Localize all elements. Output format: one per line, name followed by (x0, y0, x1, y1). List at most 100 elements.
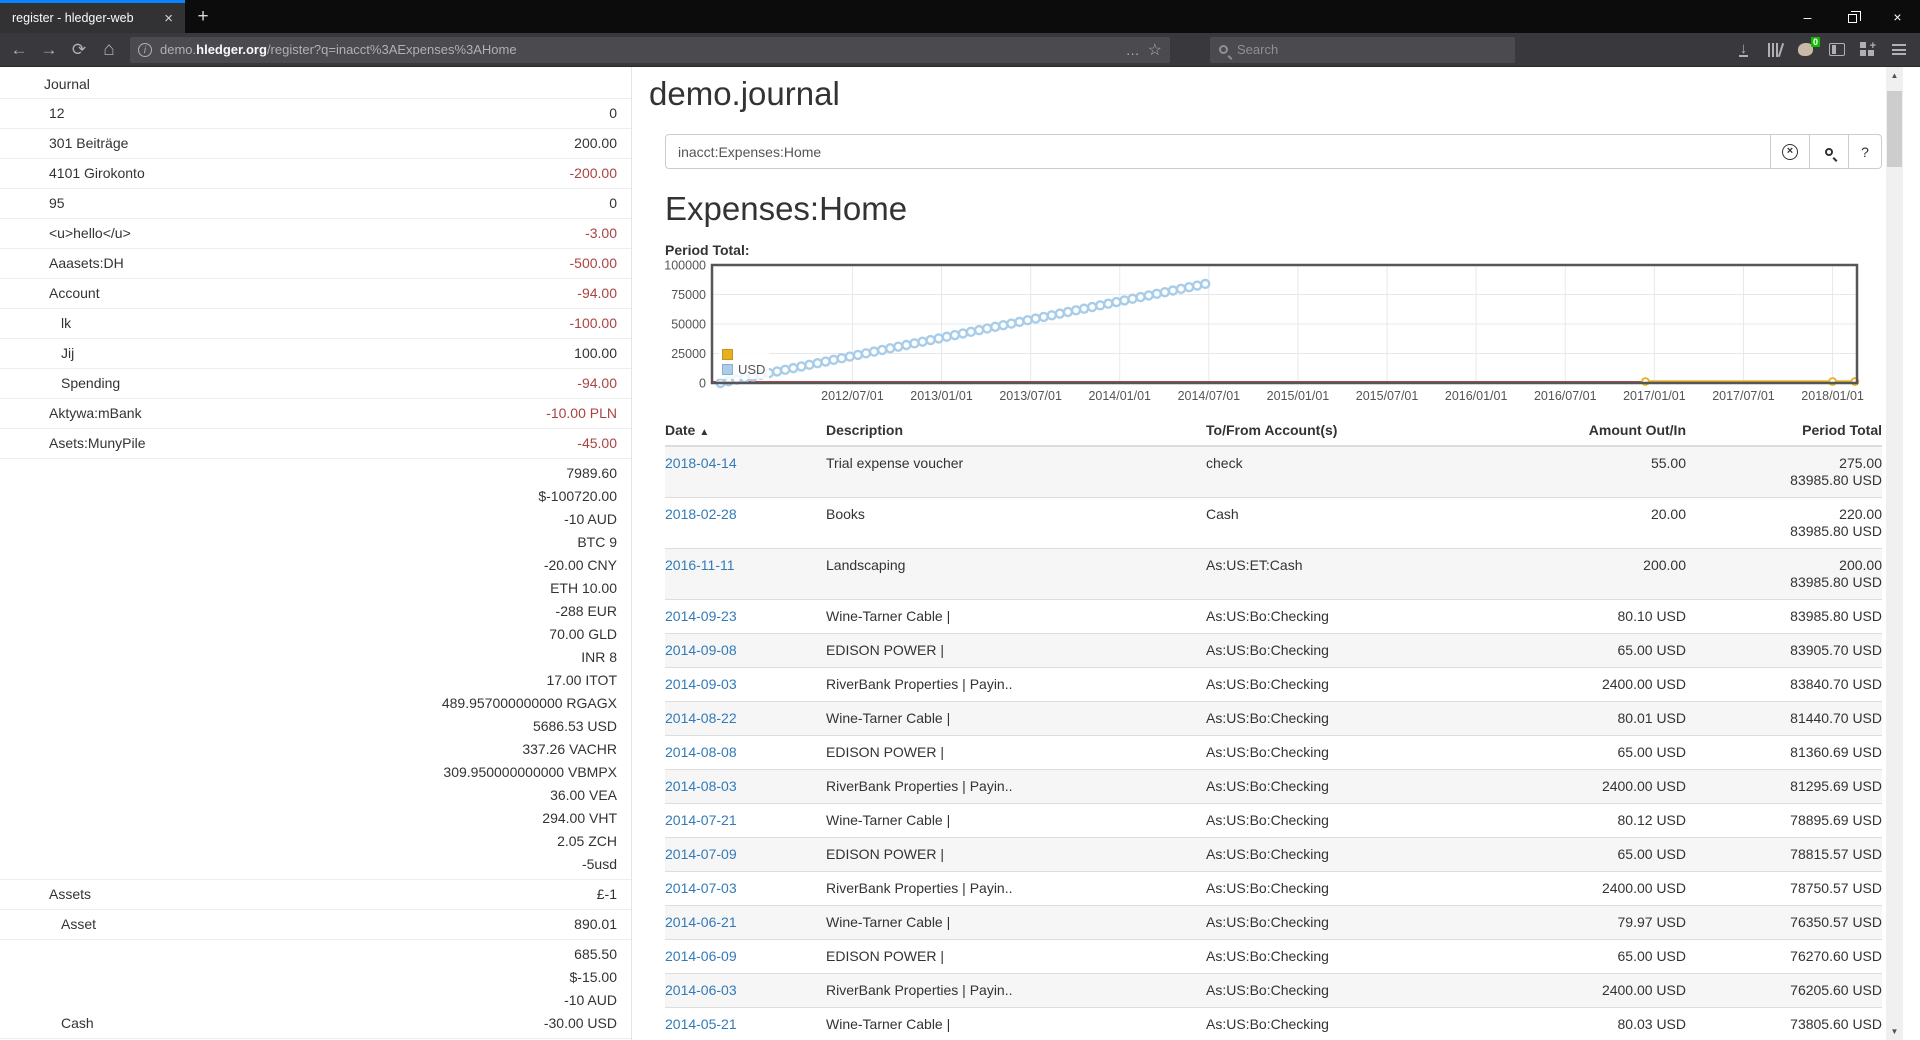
page-actions-icon[interactable]: … (1126, 42, 1140, 58)
back-button[interactable]: ← (4, 40, 34, 60)
transaction-date-link[interactable]: 2014-07-21 (665, 812, 737, 828)
help-button[interactable]: ? (1849, 134, 1882, 169)
clear-query-button[interactable]: × (1771, 134, 1810, 169)
transaction-description: EDISON POWER | (826, 940, 1206, 974)
period-total-cell: 76350.57 USD (1686, 906, 1882, 940)
transaction-date-link[interactable]: 2014-08-22 (665, 710, 737, 726)
tab-close-icon[interactable]: × (160, 10, 177, 27)
sidebar-account-row: Cash685.50$-15.00-10 AUD-30.00 USD (0, 939, 631, 1038)
page-scrollbar[interactable]: ▲ ▼ (1886, 67, 1903, 1040)
transaction-date-link[interactable]: 2016-11-11 (665, 557, 735, 573)
account-link[interactable]: Asset (0, 913, 574, 936)
account-link[interactable]: <u>hello</u> (0, 222, 585, 245)
period-total-cell: 73805.60 USD (1686, 1008, 1882, 1040)
legend-entry: USD (722, 362, 765, 377)
scroll-down-arrow[interactable]: ▼ (1886, 1023, 1903, 1040)
account-link[interactable]: 12 (0, 102, 609, 125)
account-link[interactable]: Assets (0, 883, 597, 906)
svg-text:2016/01/01: 2016/01/01 (1445, 389, 1508, 403)
account-link[interactable]: Spending (0, 372, 577, 395)
account-link[interactable]: 95 (0, 192, 609, 215)
period-total-cell: 83985.80 USD (1686, 600, 1882, 634)
new-tab-button[interactable]: + (190, 6, 216, 28)
svg-text:2014/07/01: 2014/07/01 (1178, 389, 1241, 403)
account-link[interactable]: Account (0, 282, 577, 305)
downloads-button[interactable]: ↓ (1728, 37, 1759, 63)
toolbar-icons: ↓ 0 + (1728, 37, 1914, 63)
account-link[interactable]: Cash (0, 1012, 544, 1035)
extensions-grid-button[interactable]: + (1852, 37, 1883, 63)
url-bar[interactable]: i demo.hledger.org/register?q=inacct%3AE… (130, 37, 1170, 63)
transaction-date-link[interactable]: 2014-09-08 (665, 642, 737, 658)
account-balance: -500.00 (570, 252, 617, 275)
query-input[interactable] (665, 134, 1771, 169)
scrollbar-thumb[interactable] (1887, 91, 1902, 167)
journal-link[interactable]: Journal (0, 67, 631, 98)
home-button[interactable]: ⌂ (94, 39, 124, 61)
reload-button[interactable]: ⟳ (64, 40, 94, 60)
page-title: demo.journal (649, 75, 1882, 113)
extension-button[interactable]: 0 (1790, 37, 1821, 63)
account-balance: -200.00 (570, 162, 617, 185)
legend-entry (722, 347, 765, 362)
transaction-amount: 79.97 USD (1446, 906, 1686, 940)
transaction-date-link[interactable]: 2014-06-09 (665, 948, 737, 964)
restore-icon (1848, 14, 1857, 23)
site-info-icon[interactable]: i (138, 43, 152, 57)
forward-button[interactable]: → (34, 40, 64, 60)
transaction-date-link[interactable]: 2014-08-03 (665, 778, 737, 794)
search-button[interactable] (1810, 134, 1849, 169)
navigation-bar: ← → ⟳ ⌂ i demo.hledger.org/register?q=in… (0, 33, 1920, 67)
transaction-description: RiverBank Properties | Payin.. (826, 770, 1206, 804)
account-link[interactable]: Aktywa:mBank (0, 402, 546, 425)
account-link[interactable]: Asets:MunyPile (0, 432, 577, 455)
download-icon: ↓ (1739, 42, 1749, 57)
browser-search-field[interactable]: Search (1210, 37, 1515, 63)
period-total-label: Period Total: (665, 242, 1882, 258)
account-balance: 685.50$-15.00-10 AUD-30.00 USD (544, 943, 617, 1035)
transaction-date-link[interactable]: 2014-05-21 (665, 1016, 737, 1032)
svg-text:2017/01/01: 2017/01/01 (1623, 389, 1686, 403)
transaction-row: 2014-09-23Wine-Tarner Cable |As:US:Bo:Ch… (665, 600, 1882, 634)
transaction-date-link[interactable]: 2018-04-14 (665, 455, 737, 471)
account-link[interactable]: Jij (0, 342, 574, 365)
transaction-date-link[interactable]: 2014-09-23 (665, 608, 737, 624)
transaction-account: As:US:Bo:Checking (1206, 940, 1446, 974)
transaction-date-link[interactable]: 2014-07-09 (665, 846, 737, 862)
account-link[interactable]: lk (0, 312, 570, 335)
minimize-button[interactable]: – (1785, 2, 1830, 32)
close-button[interactable]: × (1875, 2, 1920, 32)
sidebar-account-row: Asset890.01 (0, 909, 631, 939)
column-header-date[interactable]: Date▲ (665, 418, 826, 446)
transaction-date-link[interactable]: 2014-07-03 (665, 880, 737, 896)
account-list: 120301 Beiträge200.004101 Girokonto-200.… (0, 98, 631, 1040)
transaction-date-link[interactable]: 2014-08-08 (665, 744, 737, 760)
sidebar-toggle-button[interactable] (1821, 37, 1852, 63)
account-link[interactable]: 301 Beiträge (0, 132, 574, 155)
transaction-date-link[interactable]: 2014-06-21 (665, 914, 737, 930)
transaction-date-link[interactable]: 2014-06-03 (665, 982, 737, 998)
sidebar-account-row: Asets:MunyPile-45.00 (0, 428, 631, 458)
menu-button[interactable] (1883, 37, 1914, 63)
account-link[interactable]: Aaasets:DH (0, 252, 570, 275)
browser-tab[interactable]: register - hledger-web × (0, 0, 185, 33)
period-total-cell: 78815.57 USD (1686, 838, 1882, 872)
transaction-row: 2014-08-03 RiverBank Properties | Payin..… (665, 770, 1882, 804)
restore-button[interactable] (1830, 2, 1875, 32)
account-link[interactable]: 4101 Girokonto (0, 162, 570, 185)
transaction-description: RiverBank Properties | Payin.. (826, 668, 1206, 702)
sidebar-account-row: Assets£-1 (0, 879, 631, 909)
svg-text:100000: 100000 (665, 259, 706, 273)
transaction-date-link[interactable]: 2014-09-03 (665, 676, 737, 692)
transaction-date-link[interactable]: 2018-02-28 (665, 506, 737, 522)
sidebar-account-row: Jij100.00 (0, 338, 631, 368)
library-button[interactable] (1759, 37, 1790, 63)
url-text: demo.hledger.org/register?q=inacct%3AExp… (160, 42, 1118, 57)
accounts-sidebar: Journal 120301 Beiträge200.004101 Giroko… (0, 67, 632, 1040)
search-icon (1825, 148, 1833, 156)
transaction-account: As:US:Bo:Checking (1206, 906, 1446, 940)
sidebar-account-row: 950 (0, 188, 631, 218)
bookmark-star-icon[interactable]: ☆ (1148, 40, 1162, 60)
scroll-up-arrow[interactable]: ▲ (1886, 67, 1903, 84)
transaction-account: As:US:Bo:Checking (1206, 736, 1446, 770)
